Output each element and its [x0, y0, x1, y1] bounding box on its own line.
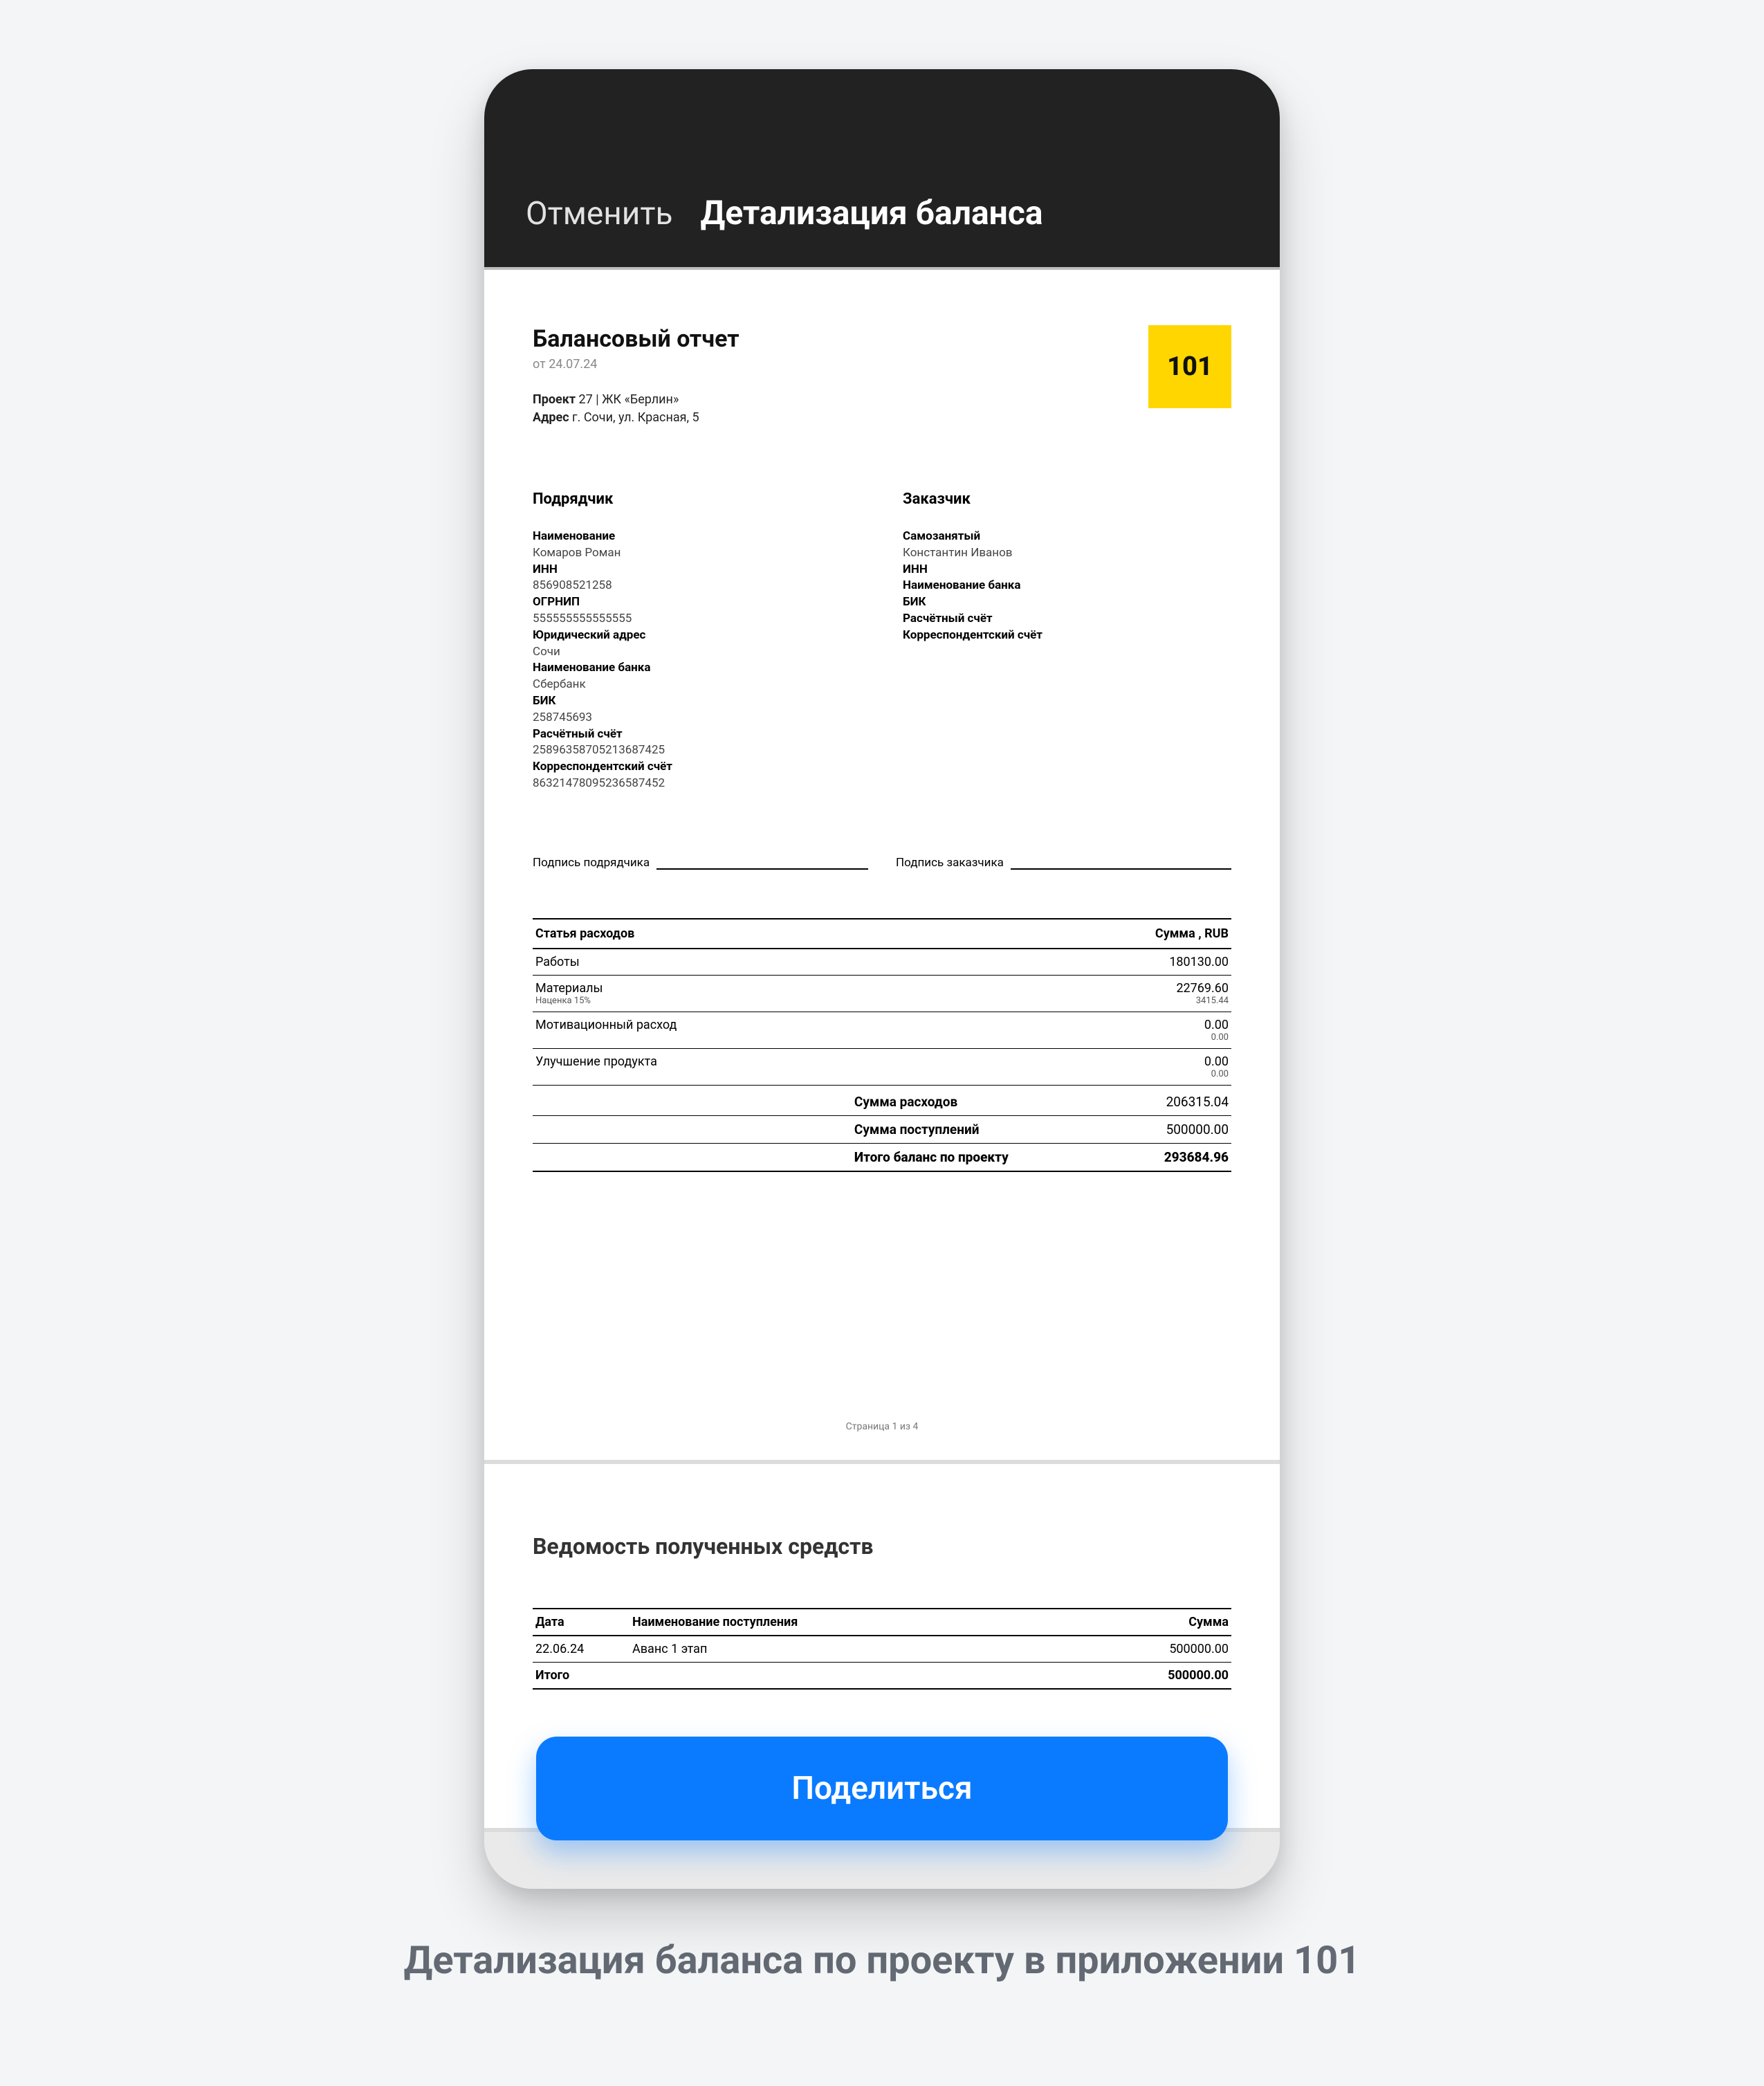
sig-customer-line: [1011, 854, 1231, 870]
address-value: г. Сочи, ул. Красная, 5: [572, 410, 699, 425]
funds-total-value: 500000.00: [1093, 1662, 1231, 1689]
customer-status-label: Самозанятый: [903, 529, 1231, 545]
funds-date: 22.06.24: [533, 1636, 630, 1663]
signature-contractor: Подпись подрядчика: [533, 854, 868, 870]
customer-bank-label: Наименование банка: [903, 578, 1231, 594]
report-page-1: Балансовый отчет от 24.07.24 Проект 27 |…: [484, 270, 1280, 1464]
contractor-bik-label: БИК: [533, 693, 861, 710]
signature-customer: Подпись заказчика: [896, 854, 1231, 870]
screen-title: Детализация баланса: [700, 193, 1042, 232]
contractor-acc-label: Расчётный счёт: [533, 726, 861, 743]
page-number: Страница 1 из 4: [533, 1421, 1231, 1432]
expense-table: Статья расходов Сумма , RUB Работы180130…: [533, 918, 1231, 1086]
customer-heading: Заказчик: [903, 489, 1231, 511]
exp-sum: 22769.603415.44: [987, 975, 1231, 1012]
customer-bik-label: БИК: [903, 594, 1231, 611]
contractor-corr-label: Корреспондентский счёт: [533, 759, 861, 776]
contractor-bank-value: Сбербанк: [533, 677, 861, 693]
contractor-bik-value: 258745693: [533, 710, 861, 726]
sig-customer-label: Подпись заказчика: [896, 856, 1004, 870]
contractor-inn-label: ИНН: [533, 562, 861, 578]
table-row: Мотивационный расход0.000.00: [533, 1012, 1231, 1048]
table-row: Улучшение продукта0.000.00: [533, 1048, 1231, 1085]
total-balance-label: Итого баланс по проекту: [854, 1149, 1076, 1165]
exp-item: Мотивационный расход: [533, 1012, 987, 1048]
table-row: 22.06.24Аванс 1 этап500000.00: [533, 1636, 1231, 1663]
project-label: Проект: [533, 392, 576, 407]
report-date: от 24.07.24: [533, 357, 739, 372]
contractor-legaladdr-value: Сочи: [533, 644, 861, 661]
contractor-heading: Подрядчик: [533, 489, 861, 511]
address-label: Адрес: [533, 410, 569, 425]
logo-101: 101: [1148, 325, 1231, 408]
exp-col-sum: Сумма , RUB: [987, 919, 1231, 949]
total-expenses-label: Сумма расходов: [854, 1094, 1076, 1110]
customer-block: Заказчик СамозанятыйКонстантин Иванов ИН…: [903, 489, 1231, 792]
figure-caption: Детализация баланса по проекту в приложе…: [0, 1937, 1764, 1983]
exp-sum: 0.000.00: [987, 1012, 1231, 1048]
contractor-acc-value: 25896358705213687425: [533, 742, 861, 759]
customer-name-value: Константин Иванов: [903, 545, 1231, 562]
funds-table: Дата Наименование поступления Сумма 22.0…: [533, 1608, 1231, 1690]
contractor-legaladdr-label: Юридический адрес: [533, 628, 861, 644]
funds-col-name: Наименование поступления: [630, 1609, 1093, 1636]
contractor-block: Подрядчик НаименованиеКомаров Роман ИНН8…: [533, 489, 861, 792]
contractor-bank-label: Наименование банка: [533, 660, 861, 677]
total-income-value: 500000.00: [1076, 1122, 1229, 1137]
total-balance-value: 293684.96: [1076, 1149, 1229, 1165]
customer-acc-label: Расчётный счёт: [903, 611, 1231, 628]
funds-name: Аванс 1 этап: [630, 1636, 1093, 1663]
funds-col-sum: Сумма: [1093, 1609, 1231, 1636]
totals-block: Сумма расходов 206315.04 Сумма поступлен…: [533, 1088, 1231, 1172]
exp-item: Улучшение продукта: [533, 1048, 987, 1085]
exp-col-item: Статья расходов: [533, 919, 987, 949]
share-button[interactable]: Поделиться: [536, 1737, 1228, 1840]
exp-sum: 0.000.00: [987, 1048, 1231, 1085]
exp-sum: 180130.00: [987, 949, 1231, 976]
total-expenses-value: 206315.04: [1076, 1094, 1229, 1110]
table-row: МатериалыНаценка 15%22769.603415.44: [533, 975, 1231, 1012]
exp-item: Работы: [533, 949, 987, 976]
project-value: 27 | ЖК «Берлин»: [579, 392, 679, 407]
funds-title: Ведомость полученных средств: [533, 1533, 1231, 1559]
report-meta: Проект 27 | ЖК «Берлин» Адрес г. Сочи, у…: [533, 391, 739, 427]
customer-corr-label: Корреспондентский счёт: [903, 628, 1231, 644]
funds-total-label: Итого: [533, 1662, 1093, 1689]
app-header: Отменить Детализация баланса: [484, 69, 1280, 270]
funds-total-row: Итого500000.00: [533, 1662, 1231, 1689]
sig-contractor-label: Подпись подрядчика: [533, 856, 650, 870]
total-income-label: Сумма поступлений: [854, 1122, 1076, 1137]
report-title: Балансовый отчет: [533, 325, 739, 353]
contractor-name-label: Наименование: [533, 529, 861, 545]
phone-mockup: Отменить Детализация баланса Балансовый …: [484, 69, 1280, 1889]
table-row: Работы180130.00: [533, 949, 1231, 976]
contractor-name-value: Комаров Роман: [533, 545, 861, 562]
contractor-ogrnip-label: ОГРНИП: [533, 594, 861, 611]
share-bar: Поделиться: [484, 1737, 1280, 1840]
funds-sum: 500000.00: [1093, 1636, 1231, 1663]
contractor-corr-value: 86321478095236587452: [533, 776, 861, 792]
document-viewport[interactable]: Балансовый отчет от 24.07.24 Проект 27 |…: [484, 270, 1280, 1889]
cancel-button[interactable]: Отменить: [526, 195, 672, 232]
customer-inn-label: ИНН: [903, 562, 1231, 578]
funds-col-date: Дата: [533, 1609, 630, 1636]
sig-contractor-line: [656, 854, 868, 870]
contractor-inn-value: 856908521258: [533, 578, 861, 594]
exp-item: МатериалыНаценка 15%: [533, 975, 987, 1012]
contractor-ogrnip-value: 555555555555555: [533, 611, 861, 628]
